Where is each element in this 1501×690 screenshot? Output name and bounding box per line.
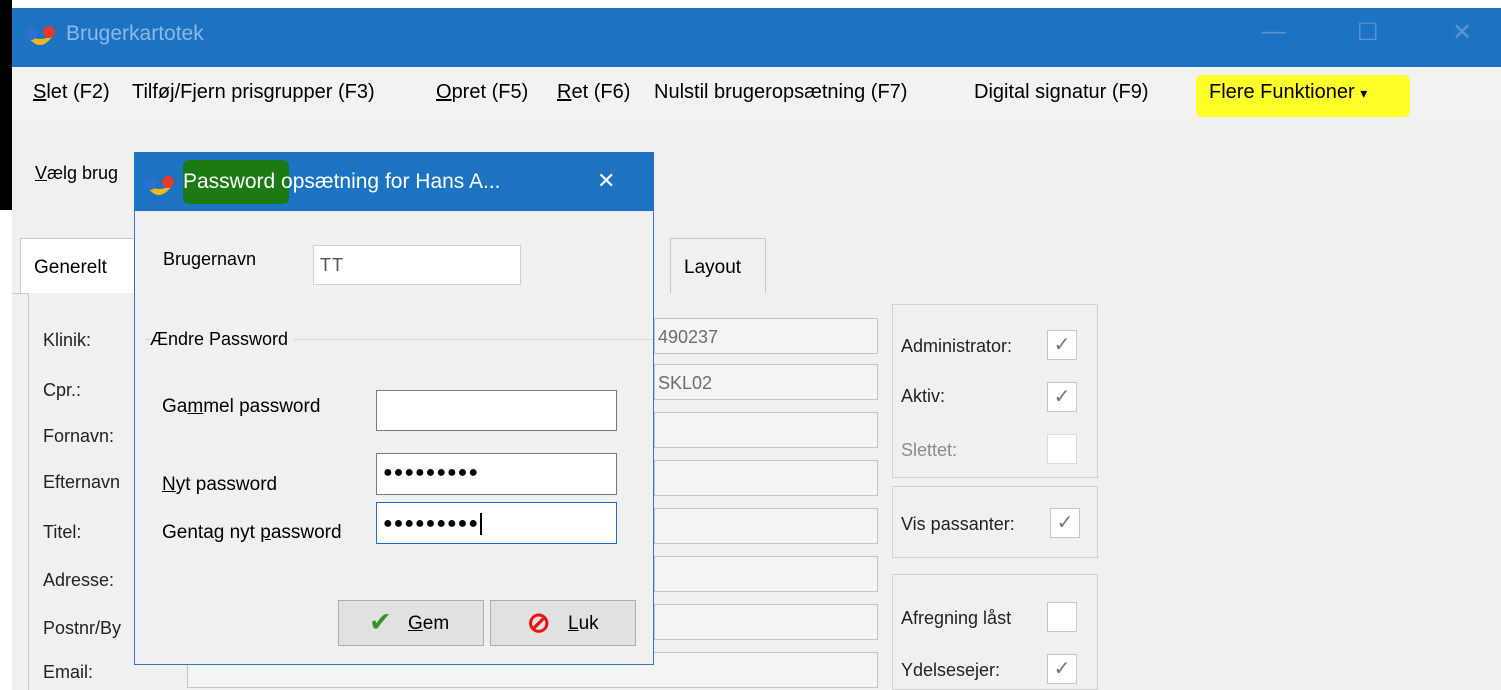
gammel-password-input[interactable] [376,390,617,431]
fornavn-label: Fornavn: [43,426,115,446]
administrator-checkbox[interactable]: ✓ [1047,330,1077,360]
menu-nulstil-brugeropsaetning[interactable]: Nulstil brugeropsætning (F7) [654,81,907,104]
app-icon [22,22,58,52]
dialog-title: Password opsætning for Hans A... [183,170,501,193]
vaelg-bruger-label: Vælg brug [35,163,119,183]
klinik-label: Klinik: [43,330,92,350]
brugernavn-field[interactable]: TT [313,245,521,285]
menu-slet[interactable]: Slet (F2) [33,81,110,104]
dialog-app-icon [141,172,177,202]
brugernavn-label: Brugernavn [163,249,257,269]
menu-flere-funktioner[interactable]: Flere Funktioner ▾ [1209,81,1367,104]
dialog-close-button[interactable]: ✕ [597,168,615,194]
gem-label: Gem [408,613,450,634]
aktiv-label: Aktiv: [901,386,946,406]
gem-button[interactable]: ✔ Gem [338,600,484,646]
afregning-laast-checkbox[interactable] [1047,602,1077,632]
vis-passanter-label: Vis passanter: [901,514,1015,534]
close-button[interactable]: ✕ [1452,18,1472,47]
gentag-password-input[interactable]: ●●●●●●●●● [376,502,617,544]
nyt-password-label: Nyt password [162,474,278,495]
maximize-button[interactable]: ☐ [1357,18,1379,47]
email-label: Email: [43,662,94,682]
vis-passanter-checkbox[interactable]: ✓ [1050,508,1080,538]
menu-ret[interactable]: Ret (F6) [557,81,630,104]
tab-layout[interactable]: Layout [670,238,766,294]
afregning-laast-label: Afregning låst [901,608,1012,628]
field-skl02[interactable]: SKL02 [654,364,878,400]
titel-field[interactable] [654,508,878,544]
aktiv-checkbox[interactable]: ✓ [1047,382,1077,412]
efternavn-label: Efternavn [43,472,121,492]
gammel-password-label: Gammel password [162,396,321,417]
window-title: Brugerkartotek [66,22,204,45]
efternavn-field[interactable] [654,460,878,496]
ydelsesejer-label: Ydelsesejer: [901,660,1001,680]
administrator-label: Administrator: [901,336,1013,356]
minimize-button[interactable]: — [1262,18,1286,46]
postnr-by-field[interactable] [654,604,878,640]
luk-label: Luk [568,613,599,634]
cpr-label: Cpr.: [43,380,82,400]
field-490237[interactable]: 490237 [654,318,878,354]
postnr-by-label: Postnr/By [43,618,122,638]
slettet-checkbox[interactable] [1047,434,1077,464]
slettet-label: Slettet: [901,440,958,460]
cancel-icon: ⊘ [527,607,551,638]
fornavn-field[interactable] [654,412,878,448]
menu-opret[interactable]: Opret (F5) [436,81,528,104]
ydelsesejer-checkbox[interactable]: ✓ [1047,654,1077,684]
background-strip [0,0,12,210]
aendre-password-group-label: Ændre Password [150,329,295,350]
menu-digital-signatur[interactable]: Digital signatur (F9) [974,81,1149,104]
dropdown-arrow-icon: ▾ [1360,85,1368,101]
menu-tilfoj-prisgrupper[interactable]: Tilføj/Fjern prisgrupper (F3) [132,81,375,104]
gentag-password-label: Gentag nyt password [162,522,342,543]
luk-button[interactable]: ⊘ Luk [490,600,636,646]
titel-label: Titel: [43,522,82,542]
text-cursor [479,513,482,535]
checkmark-icon: ✔ [369,607,392,637]
adresse-field[interactable] [654,556,878,592]
adresse-label: Adresse: [43,570,115,590]
tab-generelt[interactable]: Generelt [20,238,138,294]
nyt-password-input[interactable]: ●●●●●●●●● [376,453,617,495]
